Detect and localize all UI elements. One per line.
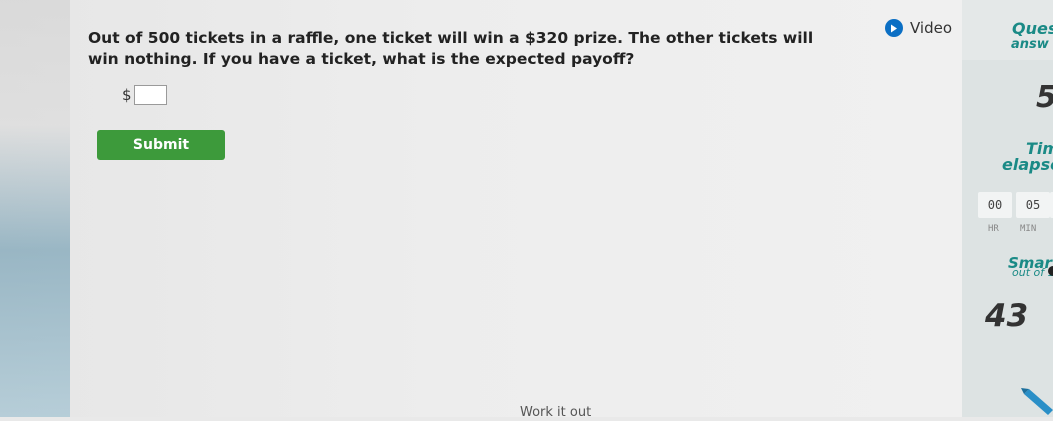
pencil-icon[interactable]: [1018, 388, 1053, 421]
questions-answered-subtitle: answ: [1011, 37, 1049, 52]
questions-answered-title: Quest: [1012, 19, 1053, 38]
smartscore-subtitle: out of 100: [1012, 266, 1053, 279]
questions-answered-count: 5: [1036, 80, 1053, 115]
video-label: Video: [910, 19, 953, 37]
currency-symbol: $: [122, 86, 132, 104]
video-button[interactable]: Video: [885, 15, 952, 41]
submit-button[interactable]: Submit: [97, 130, 225, 160]
smartscore-value: 43: [985, 298, 1029, 334]
progress-side-panel: Quest answ 5 Time elapse 00 05 HR MIN Sm…: [962, 0, 1053, 417]
background-shade: [0, 0, 70, 417]
play-circle-icon: [885, 19, 903, 37]
timer-minutes: 05: [1016, 192, 1050, 218]
answer-row: $: [122, 85, 167, 105]
time-elapsed-subtitle: elapse: [1002, 155, 1053, 174]
main-content-area: Video Out of 500 tickets in a raffle, on…: [0, 0, 962, 420]
question-text: Out of 500 tickets in a raffle, one tick…: [88, 29, 814, 68]
timer-minutes-unit: MIN: [1020, 224, 1037, 234]
timer-hours: 00: [978, 192, 1012, 218]
smartscore-info-icon[interactable]: [1048, 266, 1053, 276]
timer-hours-unit: HR: [988, 224, 999, 234]
answer-input[interactable]: [133, 85, 167, 105]
work-it-out-heading: Work it out: [520, 405, 592, 420]
